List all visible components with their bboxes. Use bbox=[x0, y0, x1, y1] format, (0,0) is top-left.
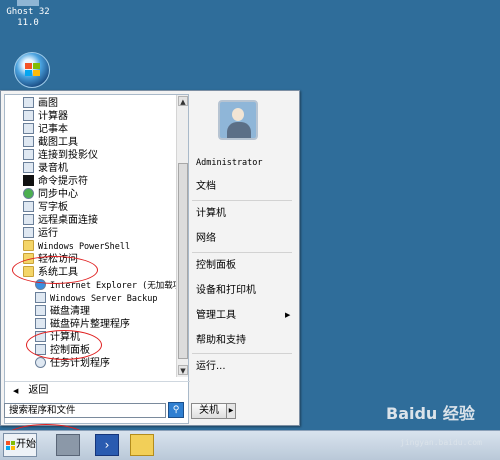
paint-icon bbox=[23, 97, 34, 108]
program-item-run[interactable]: 运行 bbox=[5, 227, 177, 240]
program-item-calculator[interactable]: 计算器 bbox=[5, 110, 177, 123]
separator bbox=[192, 252, 292, 253]
clock-icon bbox=[35, 357, 46, 368]
submenu-arrow-icon: ▶ bbox=[285, 311, 291, 319]
right-link-documents[interactable]: 文档 bbox=[196, 181, 216, 193]
program-item-sync-center[interactable]: 同步中心 bbox=[5, 188, 177, 201]
right-link-help-support[interactable]: 帮助和支持 bbox=[196, 335, 246, 347]
microphone-icon bbox=[23, 162, 34, 173]
separator bbox=[192, 353, 292, 354]
projector-icon bbox=[23, 149, 34, 160]
remote-desktop-icon bbox=[23, 214, 34, 225]
program-item-paint[interactable]: 画图 bbox=[5, 97, 177, 110]
powershell-icon[interactable]: › bbox=[95, 434, 119, 456]
scrollbar-thumb[interactable] bbox=[178, 163, 188, 359]
notepad-icon bbox=[23, 123, 34, 134]
defrag-icon bbox=[35, 318, 46, 329]
shutdown-options-arrow-icon[interactable]: ▶ bbox=[226, 403, 236, 419]
back-arrow-icon: ◀ bbox=[13, 387, 19, 395]
program-item-defragmenter[interactable]: 磁盘碎片整理程序 bbox=[5, 318, 177, 331]
scroll-up-arrow-icon[interactable]: ▲ bbox=[178, 96, 188, 106]
right-link-computer[interactable]: 计算机 bbox=[196, 208, 226, 220]
run-icon bbox=[23, 227, 34, 238]
windows-logo-icon bbox=[6, 441, 15, 450]
wordpad-icon bbox=[23, 201, 34, 212]
watermark-url: jingyan.baidu.com bbox=[400, 438, 482, 447]
avatar[interactable] bbox=[218, 100, 258, 140]
explorer-folder-icon[interactable] bbox=[130, 434, 154, 456]
program-item-sound-recorder[interactable]: 录音机 bbox=[5, 162, 177, 175]
program-item-notepad[interactable]: 记事本 bbox=[5, 123, 177, 136]
program-item-remote-desktop[interactable]: 远程桌面连接 bbox=[5, 214, 177, 227]
scroll-down-arrow-icon[interactable]: ▼ bbox=[178, 365, 188, 375]
windows-orb-icon bbox=[14, 52, 50, 88]
search-input[interactable]: 搜索程序和文件 bbox=[4, 403, 166, 418]
desktop-icon-ghost[interactable]: Ghost 32 11.0 bbox=[0, 0, 56, 29]
right-link-user[interactable]: Administrator bbox=[196, 157, 263, 169]
search-icon[interactable]: ⚲ bbox=[168, 402, 184, 418]
ghost-icon bbox=[17, 0, 39, 6]
desktop-icon-windows[interactable] bbox=[4, 52, 60, 88]
right-link-network[interactable]: 网络 bbox=[196, 233, 216, 245]
program-item-wordpad[interactable]: 写字板 bbox=[5, 201, 177, 214]
back-button[interactable]: ◀ 返回 bbox=[5, 381, 190, 399]
disk-cleanup-icon bbox=[35, 305, 46, 316]
program-folder-powershell[interactable]: Windows PowerShell bbox=[5, 240, 177, 253]
separator bbox=[192, 200, 292, 201]
right-link-control-panel[interactable]: 控制面板 bbox=[196, 260, 236, 272]
folder-icon bbox=[23, 240, 34, 251]
scissors-icon bbox=[23, 136, 34, 147]
calculator-icon bbox=[23, 110, 34, 121]
program-item-task-scheduler[interactable]: 任务计划程序 bbox=[5, 357, 177, 370]
server-manager-icon[interactable] bbox=[56, 434, 80, 456]
desktop-icon-label: Ghost 32 bbox=[6, 7, 50, 17]
annotation-circle bbox=[26, 330, 102, 360]
program-item-cmd[interactable]: 命令提示符 bbox=[5, 175, 177, 188]
right-link-devices-printers[interactable]: 设备和打印机 bbox=[196, 285, 256, 297]
program-item-projector[interactable]: 连接到投影仪 bbox=[5, 149, 177, 162]
sync-icon bbox=[23, 188, 34, 199]
program-item-snipping-tool[interactable]: 截图工具 bbox=[5, 136, 177, 149]
right-link-run[interactable]: 运行... bbox=[196, 361, 226, 373]
start-button[interactable]: 开始 bbox=[3, 433, 37, 457]
program-list-scrollbar[interactable]: ▲ ▼ bbox=[176, 95, 188, 377]
program-item-server-backup[interactable]: Windows Server Backup bbox=[5, 292, 177, 305]
terminal-icon bbox=[23, 175, 34, 186]
watermark: Baidu 经验 bbox=[386, 404, 475, 423]
program-item-disk-cleanup[interactable]: 磁盘清理 bbox=[5, 305, 177, 318]
right-link-admin-tools[interactable]: 管理工具 bbox=[196, 310, 236, 322]
annotation-circle bbox=[12, 256, 98, 284]
desktop-icon-label: 11.0 bbox=[17, 18, 39, 28]
backup-icon bbox=[35, 292, 46, 303]
shutdown-button[interactable]: 关机 bbox=[191, 403, 227, 419]
